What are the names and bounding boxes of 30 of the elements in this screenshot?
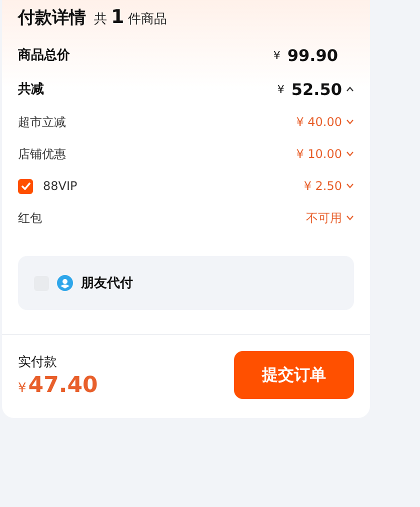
currency-symbol: ¥ — [18, 380, 26, 396]
currency-symbol: ¥ — [277, 82, 284, 96]
discount-amount: 52.50 — [291, 80, 342, 98]
discount-item-value: ¥ 10.00 — [296, 147, 342, 161]
submit-order-button[interactable]: 提交订单 — [234, 351, 354, 399]
chevron-down-icon[interactable] — [346, 119, 354, 125]
friend-pay-label: 朋友代付 — [81, 275, 133, 292]
discount-item-label: 红包 — [18, 210, 42, 226]
currency-symbol: ¥ — [273, 48, 280, 62]
checkbox[interactable] — [18, 178, 33, 194]
discount-item-value: ¥ 40.00 — [296, 115, 342, 129]
count-prefix: 共 — [94, 11, 107, 28]
discount-label: 共减 — [18, 81, 44, 98]
discount-item-value: 不可用 — [306, 210, 342, 226]
discount-item-value: ¥ 2.50 — [304, 179, 342, 193]
chevron-down-icon[interactable] — [346, 215, 354, 221]
chevron-up-icon[interactable] — [346, 86, 354, 92]
discount-item-label: 88VIP — [43, 179, 78, 193]
title: 付款详情 — [18, 7, 86, 29]
discount-item-label: 店铺优惠 — [18, 146, 66, 162]
chevron-down-icon[interactable] — [346, 183, 354, 189]
total-amount: 99.90 — [287, 46, 338, 64]
pay-label: 实付款 — [18, 354, 58, 370]
discount-item-label: 超市立减 — [18, 114, 66, 130]
person-icon — [57, 275, 73, 291]
count-suffix: 件商品 — [128, 11, 168, 28]
item-count: 1 — [111, 6, 124, 28]
total-label: 商品总价 — [18, 46, 70, 64]
chevron-down-icon[interactable] — [346, 151, 354, 157]
pay-amount: 47.40 — [28, 372, 98, 398]
